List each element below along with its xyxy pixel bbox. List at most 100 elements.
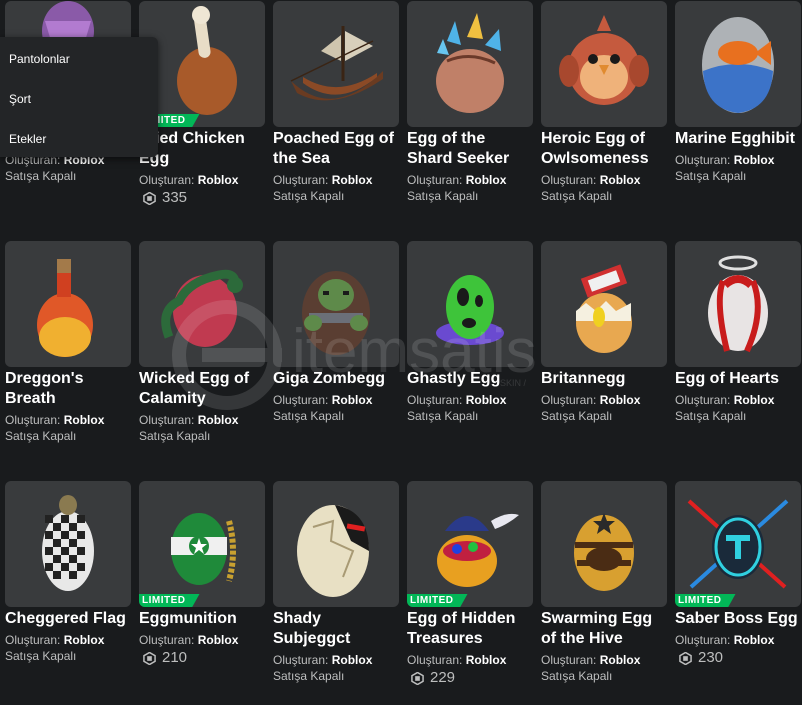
item-creator: Oluşturan: Roblox (273, 653, 373, 667)
creator-link[interactable]: Roblox (198, 633, 239, 647)
item-creator: Oluşturan: Roblox (541, 653, 641, 667)
item-name[interactable]: Marine Egghibit (675, 129, 802, 149)
item-creator: Oluşturan: Roblox (273, 173, 373, 187)
item-name[interactable]: Poached Egg of the Sea (273, 129, 401, 169)
category-dropdown-menu: Pantolonlar Şort Etekler (0, 37, 158, 157)
item-creator: Oluşturan: Roblox (273, 393, 373, 407)
robux-icon (679, 651, 692, 665)
menu-item-etekler[interactable]: Etekler (9, 132, 46, 146)
item-thumbnail[interactable] (273, 1, 399, 127)
creator-link[interactable]: Roblox (734, 633, 775, 647)
item-sale-status: Satışa Kapalı (5, 649, 77, 663)
item-creator: Oluşturan: Roblox (139, 633, 239, 647)
pirate-ship-icon (290, 26, 383, 101)
ghost-egg-icon (436, 275, 504, 345)
creator-link[interactable]: Roblox (734, 393, 775, 407)
item-thumbnail[interactable] (5, 241, 131, 367)
creator-link[interactable]: Roblox (64, 633, 105, 647)
item-meta: Oluşturan: Roblox Satışa Kapalı (273, 172, 401, 204)
potion-egg-icon (37, 259, 93, 357)
item-creator: Oluşturan: Roblox (407, 393, 507, 407)
menu-item-sort[interactable]: Şort (9, 92, 31, 106)
creator-link[interactable]: Roblox (198, 413, 239, 427)
item-meta: Oluşturan: Roblox 230 (675, 632, 802, 668)
item-thumbnail[interactable] (407, 241, 533, 367)
creator-link[interactable]: Roblox (64, 413, 105, 427)
item-thumbnail[interactable] (675, 241, 801, 367)
item-sale-status: Satışa Kapalı (5, 429, 77, 443)
item-meta: Oluşturan: Roblox Satışa Kapalı (541, 652, 669, 684)
item-name[interactable]: Ghastly Egg (407, 369, 535, 389)
limited-badge: LIMITED (407, 594, 468, 607)
fishbowl-egg-icon (702, 17, 774, 113)
item-thumbnail[interactable]: LIMITED (139, 481, 265, 607)
item-thumbnail[interactable]: LIMITED (675, 481, 801, 607)
item-name[interactable]: Egg of Hidden Treasures (407, 609, 535, 649)
creator-link[interactable]: Roblox (198, 173, 239, 187)
item-sale-status: Satışa Kapalı (407, 189, 479, 203)
item-name[interactable]: Eggmunition (139, 609, 267, 629)
item-name[interactable]: Shady Subjeggct (273, 609, 401, 649)
item-thumbnail[interactable] (541, 1, 667, 127)
item-thumbnail[interactable] (541, 481, 667, 607)
star-egg-icon (171, 513, 236, 585)
item-thumbnail[interactable] (675, 1, 801, 127)
item-sale-status: Satışa Kapalı (139, 429, 211, 443)
menu-item-pantolonlar[interactable]: Pantolonlar (9, 52, 70, 66)
limited-badge: LIMITED (139, 594, 200, 607)
creator-link[interactable]: Roblox (466, 393, 507, 407)
item-name[interactable]: Cheggered Flag (5, 609, 133, 629)
saber-egg-icon (687, 499, 789, 589)
item-meta: Oluşturan: Roblox Satışa Kapalı (139, 412, 267, 444)
item-meta: Oluşturan: Roblox Satışa Kapalı (273, 392, 401, 424)
creator-link[interactable]: Roblox (332, 173, 373, 187)
item-thumbnail[interactable] (139, 241, 265, 367)
item-name[interactable]: Giga Zombegg (273, 369, 401, 389)
creator-link[interactable]: Roblox (332, 393, 373, 407)
item-meta: Oluşturan: Roblox Satışa Kapalı (407, 172, 535, 204)
item-meta: Oluşturan: Roblox 335 (139, 172, 267, 208)
item-sale-status: Satışa Kapalı (541, 189, 613, 203)
item-meta: Oluşturan: Roblox Satışa Kapalı (675, 392, 802, 424)
creator-link[interactable]: Roblox (600, 173, 641, 187)
item-sale-status: Satışa Kapalı (541, 669, 613, 683)
item-meta: Oluşturan: Roblox Satışa Kapalı (5, 632, 133, 664)
item-sale-status: Satışa Kapalı (541, 409, 613, 423)
item-price: 335 (143, 188, 267, 208)
creator-link[interactable]: Roblox (734, 153, 775, 167)
creator-link[interactable]: Roblox (332, 653, 373, 667)
item-name[interactable]: Wicked Egg of Calamity (139, 369, 267, 409)
item-meta: Oluşturan: Roblox Satışa Kapalı (5, 412, 133, 444)
item-sale-status: Satışa Kapalı (675, 409, 747, 423)
item-thumbnail[interactable] (407, 1, 533, 127)
item-creator: Oluşturan: Roblox (541, 173, 641, 187)
item-name[interactable]: Saber Boss Egg (675, 609, 802, 629)
item-creator: Oluşturan: Roblox (5, 633, 105, 647)
item-meta: Oluşturan: Roblox Satışa Kapalı (541, 392, 669, 424)
item-name[interactable]: Fried Chicken Egg (139, 129, 267, 169)
item-sale-status: Satışa Kapalı (273, 669, 345, 683)
item-meta: Oluşturan: Roblox Satışa Kapalı (407, 392, 535, 424)
serpent-egg-icon (161, 269, 243, 347)
item-thumbnail[interactable] (541, 241, 667, 367)
item-meta: Oluşturan: Roblox 229 (407, 652, 535, 688)
masked-egg-icon (297, 505, 369, 597)
item-thumbnail[interactable] (273, 241, 399, 367)
item-name[interactable]: Dreggon's Breath (5, 369, 133, 409)
creator-link[interactable]: Roblox (600, 653, 641, 667)
creator-link[interactable]: Roblox (466, 173, 507, 187)
item-meta: Oluşturan: Roblox Satışa Kapalı (675, 152, 802, 184)
crystal-egg-icon (436, 13, 504, 113)
item-name[interactable]: Swarming Egg of the Hive (541, 609, 669, 649)
item-thumbnail[interactable]: LIMITED (407, 481, 533, 607)
item-thumbnail[interactable] (273, 481, 399, 607)
item-name[interactable]: Egg of the Shard Seeker (407, 129, 535, 169)
creator-link[interactable]: Roblox (600, 393, 641, 407)
cracked-egg-icon (576, 264, 632, 353)
creator-link[interactable]: Roblox (466, 653, 507, 667)
item-name[interactable]: Heroic Egg of Owlsomeness (541, 129, 669, 169)
item-name[interactable]: Egg of Hearts (675, 369, 802, 389)
item-name[interactable]: Britannegg (541, 369, 669, 389)
zombie-egg-icon (302, 271, 370, 355)
item-thumbnail[interactable] (5, 481, 131, 607)
